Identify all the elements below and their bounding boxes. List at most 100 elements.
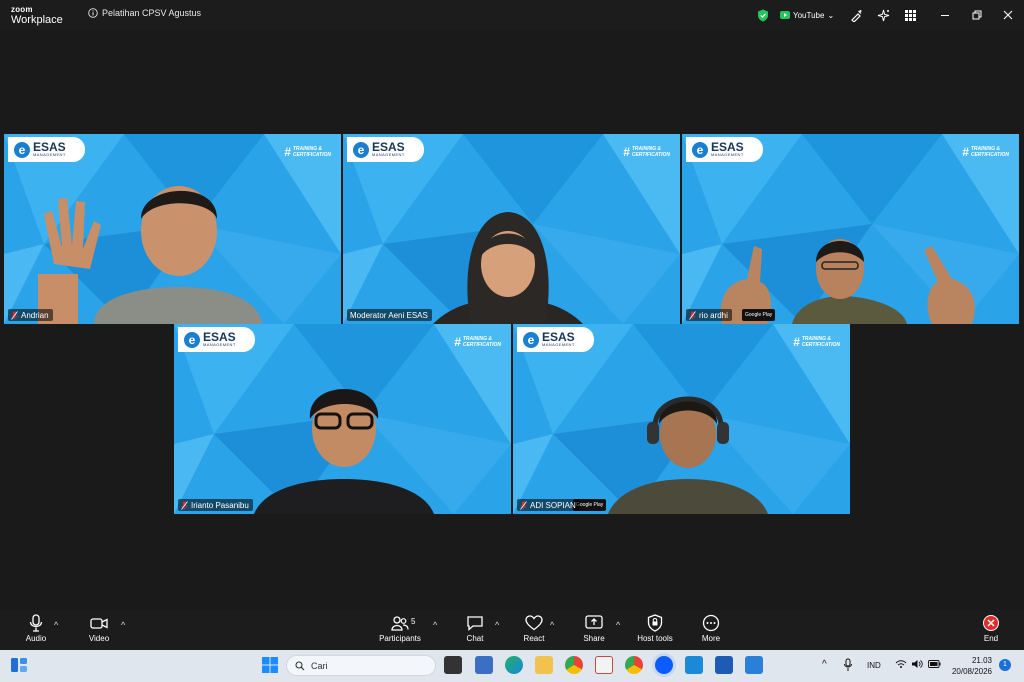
video-tile-active-speaker[interactable]: e ESAS MANAGEMENT # TRAINING & CERTIFICATION… [343, 134, 680, 324]
esas-logo: e ESAS MANAGEMENT [517, 327, 594, 352]
windows-start-icon[interactable] [261, 656, 279, 674]
participant-video [433, 212, 583, 324]
meeting-info[interactable]: Pelatihan CPSV Agustus [88, 8, 201, 18]
photos-icon[interactable] [745, 656, 763, 674]
participants-button[interactable]: Participants [376, 614, 424, 643]
audio-button[interactable]: Audio [22, 614, 50, 643]
audio-options-chevron-icon[interactable]: ^ [54, 620, 58, 630]
meeting-title: Pelatihan CPSV Agustus [102, 8, 202, 18]
search-icon [295, 660, 305, 670]
participants-options-chevron-icon[interactable]: ^ [433, 620, 437, 630]
logo-sub: MANAGEMENT [203, 342, 236, 347]
snipping-tool-icon[interactable] [595, 656, 613, 674]
security-shield-icon[interactable] [757, 0, 769, 30]
microphone-tray-icon[interactable] [843, 658, 853, 672]
participant-count-badge: 5 [411, 617, 416, 626]
video-tile[interactable]: Google Play e ESAS MANAGEMENT # TRAINING & C… [682, 134, 1019, 324]
search-placeholder: Cari [311, 660, 328, 671]
video-tile[interactable]: e ESAS MANAGEMENT # TRAINING & CERTIFICATION… [174, 324, 511, 514]
host-tools-button[interactable]: Host tools [634, 614, 676, 643]
esas-logo: e ESAS MANAGEMENT [347, 137, 424, 162]
video-options-chevron-icon[interactable]: ^ [121, 620, 125, 630]
participant-name: Irianto Pasanibu [191, 501, 249, 510]
minimize-button[interactable] [940, 0, 950, 30]
cert-line2: CERTIFICATION [801, 342, 840, 348]
react-options-chevron-icon[interactable]: ^ [550, 620, 554, 630]
shield-icon [647, 614, 663, 632]
react-button[interactable]: React [520, 614, 548, 643]
annotate-icon[interactable] [850, 0, 863, 30]
task-view-icon[interactable] [444, 656, 462, 674]
microphone-icon [29, 614, 43, 632]
share-label: Share [583, 634, 605, 643]
participant-nametag: Irianto Pasanibu [178, 499, 253, 511]
edge-icon[interactable] [505, 656, 523, 674]
ai-companion-icon[interactable] [877, 0, 890, 30]
participant-name: ADI SOPIAN [530, 501, 576, 510]
end-meeting-button[interactable]: End [980, 614, 1002, 643]
logo-sub: MANAGEMENT [711, 152, 744, 157]
mic-muted-icon [181, 501, 188, 510]
participant-nametag: ADI SOPIAN [517, 499, 580, 511]
restore-button[interactable] [972, 0, 982, 30]
audio-label: Audio [25, 634, 47, 643]
more-options-icon [702, 614, 720, 632]
participant-video [254, 389, 434, 514]
taskbar-search-input[interactable]: Cari [286, 655, 436, 676]
close-button[interactable] [1003, 0, 1013, 30]
end-call-icon [983, 615, 999, 631]
windows-taskbar: Cari ^ IND 21.03 20/08/2026 1 [0, 650, 1024, 682]
video-tile[interactable]: e ESAS MANAGEMENT # TRAINING & CERTIFICATION… [4, 134, 341, 324]
store-badge-text: Google Play [576, 502, 604, 508]
video-label: Video [88, 634, 110, 643]
participant-name: Andrian [21, 311, 49, 320]
language-indicator[interactable]: IND [867, 661, 881, 670]
word-icon[interactable] [715, 656, 733, 674]
logo-sub: MANAGEMENT [33, 152, 66, 157]
chat-options-chevron-icon[interactable]: ^ [495, 620, 499, 630]
mic-muted-icon [520, 501, 527, 510]
system-clock[interactable]: 21.03 20/08/2026 [952, 655, 992, 677]
battery-icon[interactable] [928, 660, 941, 668]
certification-badge: # TRAINING & CERTIFICATION [793, 335, 840, 349]
video-tile[interactable]: Google Play e ESAS MANAGEMENT # TRAINING & C… [513, 324, 850, 514]
chrome-profile-icon[interactable] [625, 656, 643, 674]
video-gallery: e ESAS MANAGEMENT # TRAINING & CERTIFICATION… [0, 30, 1024, 610]
video-button[interactable]: Video [86, 614, 112, 643]
brand-line2: Workplace [11, 14, 63, 26]
file-explorer-icon[interactable] [535, 656, 553, 674]
share-button[interactable]: Share [581, 614, 607, 643]
mic-muted-icon [11, 311, 18, 320]
participants-label: Participants [379, 634, 421, 643]
react-label: React [523, 634, 545, 643]
chevron-down-icon: ⌄ [827, 10, 835, 20]
media-player-icon[interactable] [685, 656, 703, 674]
certification-badge: # TRAINING & CERTIFICATION [284, 145, 331, 159]
store-icon[interactable] [475, 656, 493, 674]
participants-icon [391, 616, 409, 631]
notification-badge[interactable]: 1 [999, 659, 1011, 671]
widgets-icon[interactable] [10, 656, 28, 674]
share-options-chevron-icon[interactable]: ^ [616, 620, 620, 630]
more-button[interactable]: More [699, 614, 723, 643]
chat-button[interactable]: Chat [464, 614, 486, 643]
app-selector-label: YouTube [793, 10, 825, 20]
store-badge-text: Google Play [745, 312, 773, 318]
chrome-icon[interactable] [565, 656, 583, 674]
apps-grid-icon[interactable] [905, 0, 916, 30]
cert-line2: CERTIFICATION [970, 152, 1009, 158]
google-play-badge: Google Play [742, 309, 776, 321]
participant-name: Moderator Aeni ESAS [350, 311, 428, 320]
host-tools-label: Host tools [637, 634, 673, 643]
esas-logo: e ESAS MANAGEMENT [178, 327, 255, 352]
volume-icon[interactable] [911, 659, 923, 669]
app-selector[interactable]: YouTube ⌄ [780, 0, 834, 30]
participant-nametag: Andrian [8, 309, 53, 321]
info-icon[interactable] [88, 8, 98, 18]
esas-logo: e ESAS MANAGEMENT [686, 137, 763, 162]
chevron-up-icon[interactable]: ^ [822, 659, 827, 670]
zoom-app-icon[interactable] [655, 656, 673, 674]
wifi-icon[interactable] [895, 659, 907, 669]
cert-line2: CERTIFICATION [462, 342, 501, 348]
participant-nametag: rio ardhi [686, 309, 732, 321]
